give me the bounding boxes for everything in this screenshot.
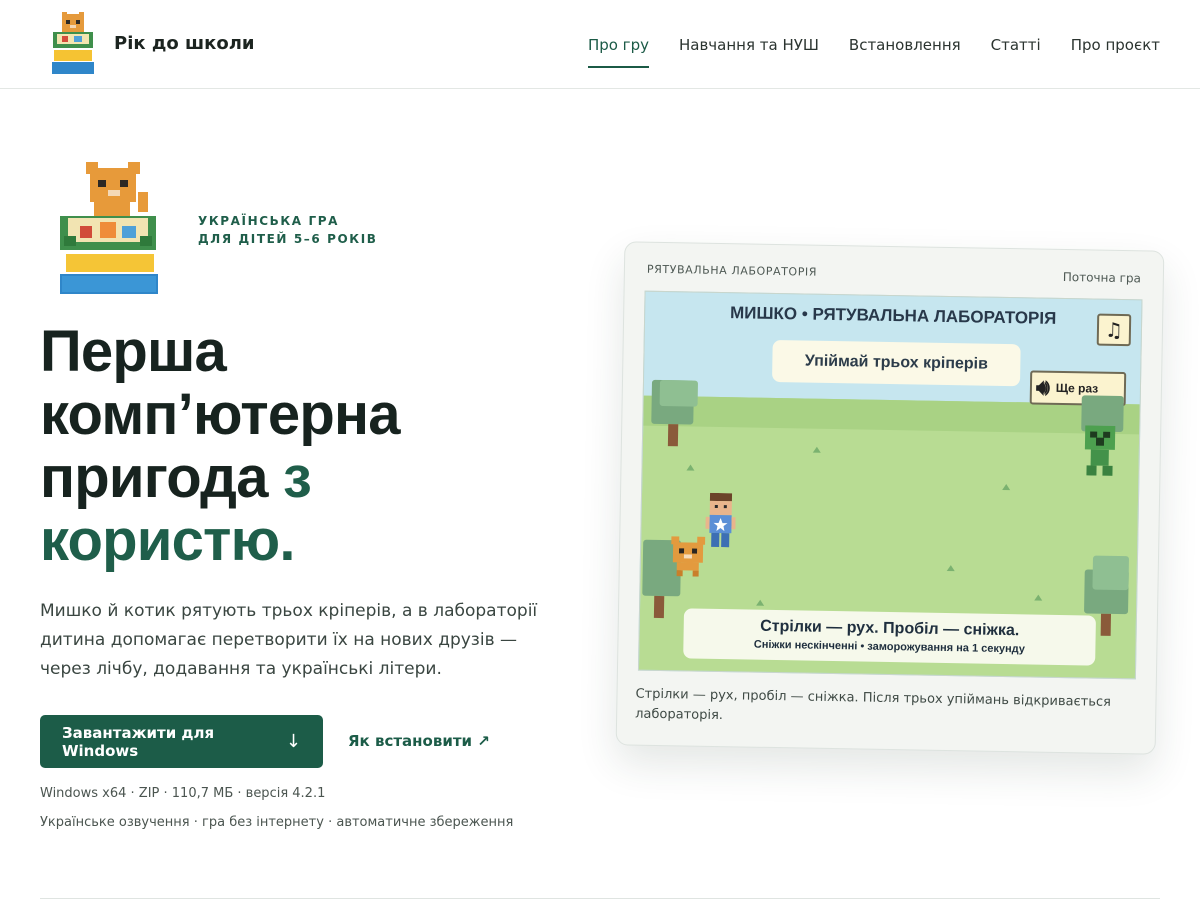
arrow-down-icon: ↓ (285, 731, 301, 752)
creeper-icon (1084, 425, 1116, 476)
title-line-1: Перша (40, 319, 227, 384)
repeat-label: Ще раз (1055, 380, 1099, 396)
features-meta: Українське озвучення · гра без інтернету… (40, 815, 514, 830)
nav-item-installation[interactable]: Встановлення (849, 36, 961, 60)
main-nav: Про гру Навчання та НУШ Встановлення Ста… (587, 36, 1160, 68)
nav-item-about-project[interactable]: Про проєкт (1071, 36, 1160, 60)
game-screenshot: МИШКО • РЯТУВАЛЬНА ЛАБОРАТОРІЯ ♫ Упіймай… (637, 290, 1143, 680)
title-line-4-accent: користю. (40, 508, 295, 573)
task-bubble: Упіймай трьох кріперів (772, 339, 1021, 387)
game-preview-card: РЯТУВАЛЬНА ЛАБОРАТОРІЯ Поточна гра МИШКО… (615, 241, 1165, 755)
cat-character-icon (671, 536, 706, 577)
nav-item-articles[interactable]: Статті (991, 36, 1041, 60)
hero-title: Перша комп’ютерна пригода з користю. (40, 320, 560, 572)
nav-item-about-game[interactable]: Про гру (587, 36, 649, 68)
grass-sprout (946, 565, 955, 572)
download-button-label: Завантажити для Windows (62, 723, 215, 760)
grass-sprout (686, 464, 695, 471)
grass-sprout (756, 599, 765, 606)
eyebrow-line-2: ДЛЯ ДІТЕЙ 5–6 РОКІВ (198, 232, 378, 246)
hero-description: Мишко й котик рятують трьох кріперів, а … (40, 601, 538, 679)
title-line-2: комп’ютерна (40, 382, 400, 447)
tree-icon (651, 379, 700, 453)
card-caption: Стрілки — рух, пробіл — сніжка. Після тр… (635, 686, 1112, 724)
controls-hint: Стрілки — рух. Пробіл — сніжка. Сніжки н… (683, 608, 1096, 666)
download-meta: Windows x64 · ZIP · 110,7 МБ · версія 4.… (40, 786, 326, 801)
brand[interactable]: Рік до школи (48, 12, 255, 76)
nav-item-learning[interactable]: Навчання та НУШ (679, 36, 819, 60)
section-divider (40, 898, 1160, 899)
eyebrow-line-1: УКРАЇНСЬКА ГРА (198, 214, 340, 228)
brand-logo-icon (52, 12, 94, 74)
title-line-3: пригода (40, 445, 283, 510)
title-line-3-accent: з (282, 445, 312, 510)
download-windows-button[interactable]: Завантажити для Windows ↓ (40, 715, 323, 768)
game-logo-icon (60, 162, 158, 294)
top-navigation-bar: Рік до школи Про гру Навчання та НУШ Вст… (0, 0, 1200, 89)
grass-sprout (812, 446, 821, 453)
card-tag: Поточна гра (1062, 269, 1141, 286)
grass-sprout (1034, 594, 1043, 601)
speaker-icon: 🔊︎ (1035, 374, 1051, 400)
how-to-install-link[interactable]: Як встановити ↗ (348, 732, 490, 750)
grass-sprout (1002, 483, 1011, 491)
card-label: РЯТУВАЛЬНА ЛАБОРАТОРІЯ (646, 262, 818, 279)
boy-character-icon (705, 492, 736, 548)
hero-eyebrow: УКРАЇНСЬКА ГРА ДЛЯ ДІТЕЙ 5–6 РОКІВ (198, 212, 378, 248)
brand-name: Рік до школи (114, 33, 255, 54)
music-note-icon[interactable]: ♫ (1096, 313, 1132, 347)
